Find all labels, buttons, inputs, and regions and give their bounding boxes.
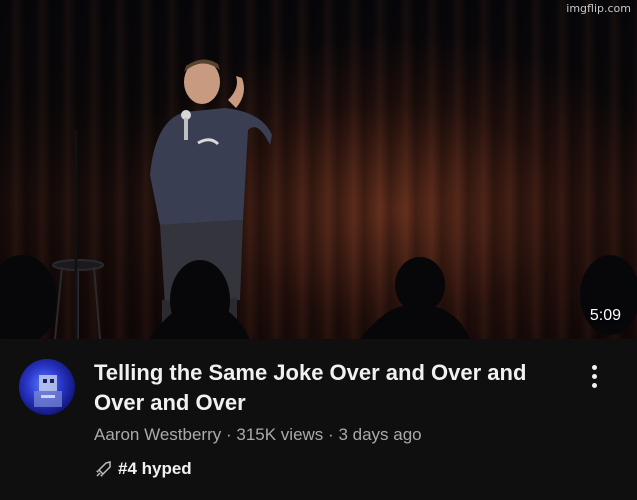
meta-separator: · bbox=[225, 425, 232, 444]
hype-rocket-icon bbox=[96, 461, 111, 477]
hype-badge[interactable]: #4 hyped bbox=[94, 459, 192, 479]
video-info-panel: Telling the Same Joke Over and Over and … bbox=[0, 339, 637, 500]
upload-age: 3 days ago bbox=[338, 425, 422, 444]
video-duration: 5:09 bbox=[589, 307, 621, 324]
video-title[interactable]: Telling the Same Joke Over and Over and … bbox=[94, 358, 554, 418]
channel-avatar[interactable] bbox=[19, 359, 75, 415]
meta-separator: · bbox=[328, 425, 334, 444]
more-vertical-icon bbox=[591, 364, 597, 370]
comedian-scene bbox=[0, 59, 637, 339]
more-options-button[interactable] bbox=[583, 361, 605, 391]
view-count: 315K views bbox=[236, 425, 324, 444]
avatar-robot-icon bbox=[34, 375, 62, 407]
imgflip-watermark: imgflip.com bbox=[566, 2, 631, 15]
hype-label: #4 hyped bbox=[118, 459, 192, 478]
video-thumbnail[interactable]: imgflip.com 5:09 bbox=[0, 0, 637, 339]
channel-name[interactable]: Aaron Westberry bbox=[94, 425, 221, 444]
video-metadata: Aaron Westberry · 315K views · 3 days ag… bbox=[94, 425, 422, 445]
